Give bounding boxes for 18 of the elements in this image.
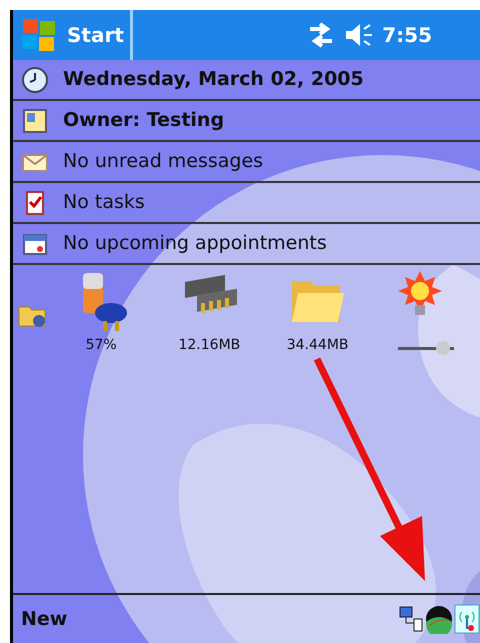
contact-card-icon[interactable] <box>21 106 49 134</box>
slider-thumb[interactable] <box>436 341 450 355</box>
clock-time[interactable]: 7:55 <box>382 20 432 50</box>
today-item-text[interactable]: No tasks <box>63 188 145 217</box>
date-text[interactable]: Wednesday, March 02, 2005 <box>63 65 364 94</box>
new-button[interactable]: New <box>21 604 68 634</box>
today-item-text[interactable]: No unread messages <box>63 147 264 176</box>
status-reading: 57% <box>86 336 117 355</box>
clock-icon[interactable] <box>21 66 49 94</box>
network-devices-icon[interactable] <box>398 605 424 633</box>
status-reading: 34.44MB <box>286 336 348 355</box>
status-reading: 12.16MB <box>178 336 240 355</box>
today-item-text[interactable]: Owner: Testing <box>63 106 224 135</box>
start-button[interactable]: Start <box>13 10 130 60</box>
wireless-antenna-icon[interactable] <box>454 604 480 634</box>
radar-globe-icon[interactable] <box>424 604 454 634</box>
today-item-text[interactable]: No upcoming appointments <box>63 229 327 258</box>
volume-icon[interactable] <box>344 21 374 49</box>
